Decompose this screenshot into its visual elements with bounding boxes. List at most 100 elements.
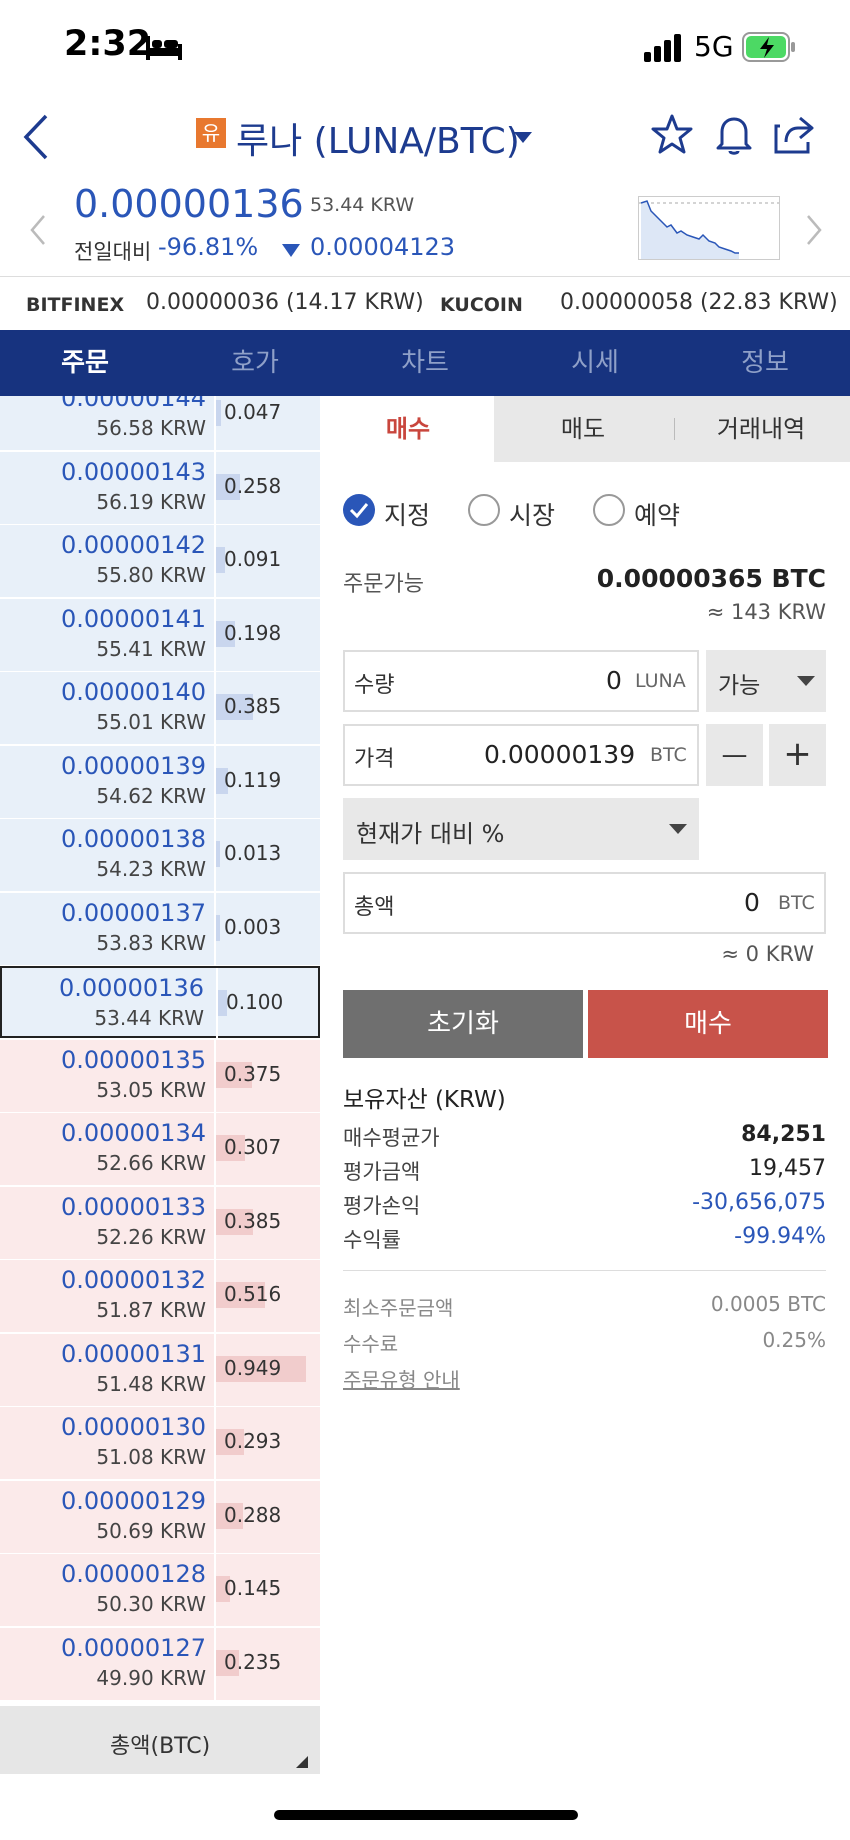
mini-price-chart[interactable] [638, 196, 780, 260]
orderbook-row[interactable]: 0.00000140 55.01 KRW 0.385 [0, 672, 320, 746]
coin-title[interactable]: 루나 (LUNA/BTC) [236, 112, 520, 164]
orderbook-price[interactable]: 0.00000137 [61, 899, 206, 927]
prev-coin-icon[interactable] [28, 212, 48, 248]
order-tab-sell[interactable]: 매도 [494, 396, 672, 462]
radio-market[interactable] [468, 494, 500, 526]
orderbook-row[interactable]: 0.00000131 51.48 KRW 0.949 [0, 1333, 320, 1408]
buy-button[interactable]: 매수 [588, 990, 828, 1058]
home-indicator[interactable] [274, 1810, 578, 1820]
orderbook-price[interactable]: 0.00000131 [61, 1340, 206, 1368]
radio-market-label[interactable]: 시장 [509, 496, 555, 532]
orderbook-price-krw: 53.83 KRW [96, 930, 206, 955]
orderbook-price[interactable]: 0.00000136 [59, 974, 204, 1002]
change-percent: -96.81% [158, 233, 259, 261]
orderbook-row[interactable]: 0.00000142 55.80 KRW 0.091 [0, 525, 320, 599]
orderbook-row[interactable]: 0.00000128 50.30 KRW 0.145 [0, 1554, 320, 1628]
orderbook-row[interactable]: 0.00000135 53.05 KRW 0.375 [0, 1039, 320, 1114]
change-label: 전일대비 [74, 240, 152, 264]
orderbook-row[interactable]: 0.00000134 52.66 KRW 0.307 [0, 1113, 320, 1187]
radio-reserve[interactable] [593, 494, 625, 526]
price-decrease-button[interactable]: — [706, 724, 763, 786]
radio-limit-label[interactable]: 지정 [384, 496, 430, 532]
quantity-label: 수량 [354, 673, 395, 698]
orderbook-quantity: 0.013 [224, 841, 282, 865]
quantity-value[interactable]: 0 [606, 666, 622, 695]
orderbook-price-krw: 49.90 KRW [96, 1665, 206, 1690]
orderbook-row[interactable]: 0.00000143 56.19 KRW 0.258 [0, 451, 320, 526]
price-value[interactable]: 0.00000139 [484, 740, 635, 769]
exchange-price-kucoin: 0.00000058 (22.83 KRW) [560, 290, 838, 315]
radio-limit[interactable] [343, 494, 375, 526]
available-label: 주문가능 [343, 572, 424, 597]
back-icon[interactable] [20, 112, 54, 162]
orderbook-row[interactable]: 0.00000139 54.62 KRW 0.119 [0, 745, 320, 820]
orderbook-price[interactable]: 0.00000129 [61, 1487, 206, 1515]
star-icon[interactable] [650, 112, 694, 156]
orderbook-price[interactable]: 0.00000139 [61, 752, 206, 780]
chevron-down-icon[interactable] [514, 132, 532, 143]
percent-select-label[interactable]: 현재가 대비 % [356, 814, 504, 849]
orderbook-price-krw: 53.44 KRW [94, 1006, 204, 1030]
orderbook-price[interactable]: 0.00000142 [61, 531, 206, 559]
tab-info[interactable]: 정보 [680, 330, 850, 396]
orderbook-row[interactable]: 0.00000127 49.90 KRW 0.235 [0, 1627, 320, 1702]
orderbook-price[interactable]: 0.00000140 [61, 678, 206, 706]
orderbook-row[interactable]: 0.00000129 50.69 KRW 0.288 [0, 1480, 320, 1555]
orderbook-row[interactable]: 0.00000137 53.83 KRW 0.003 [0, 892, 320, 967]
orderbook-quantity: 0.288 [224, 1502, 282, 1527]
min-order-label: 최소주문금액 [343, 1296, 454, 1320]
orderbook-price-krw: 52.66 KRW [96, 1151, 206, 1175]
orderbook-price[interactable]: 0.00000130 [61, 1413, 206, 1441]
orderbook-price[interactable]: 0.00000134 [61, 1119, 206, 1147]
orderbook-quantity: 0.047 [224, 400, 282, 424]
current-price-krw: 53.44 KRW [310, 194, 415, 216]
orderbook-row[interactable]: 0.00000133 52.26 KRW 0.385 [0, 1186, 320, 1261]
available-krw: ≈ 143 KRW [706, 600, 826, 624]
depth-bar [216, 400, 221, 426]
orderbook-row[interactable]: 0.00000132 51.87 KRW 0.516 [0, 1260, 320, 1334]
order-tab-buy[interactable]: 매수 [322, 396, 494, 462]
reset-button[interactable]: 초기화 [343, 990, 583, 1058]
tab-chart[interactable]: 차트 [340, 330, 510, 396]
orderbook-price-krw: 53.05 KRW [96, 1077, 206, 1102]
quantity-unit: LUNA [635, 670, 686, 692]
orderbook-price[interactable]: 0.00000144 [61, 396, 206, 412]
orderbook-row[interactable]: 0.00000138 54.23 KRW 0.013 [0, 819, 320, 893]
orderbook-row[interactable]: 0.00000130 51.08 KRW 0.293 [0, 1407, 320, 1481]
orderbook-price[interactable]: 0.00000138 [61, 825, 206, 853]
tab-order[interactable]: 주문 [0, 330, 170, 396]
profit-loss-label: 평가손익 [343, 1194, 421, 1218]
share-icon[interactable] [772, 112, 816, 156]
orderbook-quantity: 0.385 [224, 1208, 282, 1233]
depth-bar [216, 914, 220, 941]
orderbook-row[interactable]: 0.00000141 55.41 KRW 0.198 [0, 598, 320, 673]
orderbook-footer-label[interactable]: 총액(BTC) [110, 1728, 210, 1760]
quantity-dropdown-label[interactable]: 가능 [718, 666, 760, 700]
tab-market[interactable]: 시세 [510, 330, 680, 396]
bell-icon[interactable] [712, 112, 756, 156]
orderbook-row[interactable]: 0.00000136 53.44 KRW 0.100 [0, 966, 320, 1040]
orderbook-price[interactable]: 0.00000132 [61, 1266, 206, 1294]
orderbook-quantity: 0.293 [224, 1429, 282, 1453]
sleep-mode-icon [146, 36, 182, 60]
orderbook-row[interactable]: 0.00000144 56.58 KRW 0.047 [0, 396, 320, 452]
orderbook-price-krw: 54.23 KRW [96, 857, 206, 881]
order-tab-history[interactable]: 거래내역 [672, 396, 850, 462]
fee-value: 0.25% [762, 1328, 826, 1352]
total-value[interactable]: 0 [744, 888, 760, 917]
price-increase-button[interactable]: + [769, 724, 826, 786]
orderbook-price[interactable]: 0.00000127 [61, 1634, 206, 1662]
next-coin-icon[interactable] [804, 212, 824, 248]
orderbook-price[interactable]: 0.00000143 [61, 458, 206, 486]
check-icon [349, 503, 369, 519]
orderbook-price[interactable]: 0.00000135 [61, 1046, 206, 1074]
tab-orderbook[interactable]: 호가 [170, 330, 340, 396]
order-type-guide-link[interactable]: 주문유형 안내 [343, 1364, 460, 1393]
orderbook-price[interactable]: 0.00000141 [61, 605, 206, 633]
radio-reserve-label[interactable]: 예약 [634, 496, 680, 532]
orderbook-list: 0.00000144 56.58 KRW 0.047 0.00000143 56.19 … [0, 396, 320, 1706]
orderbook-quantity: 0.003 [224, 914, 282, 939]
orderbook-price[interactable]: 0.00000133 [61, 1193, 206, 1221]
chevron-down-icon [797, 676, 815, 686]
orderbook-price[interactable]: 0.00000128 [61, 1560, 206, 1588]
